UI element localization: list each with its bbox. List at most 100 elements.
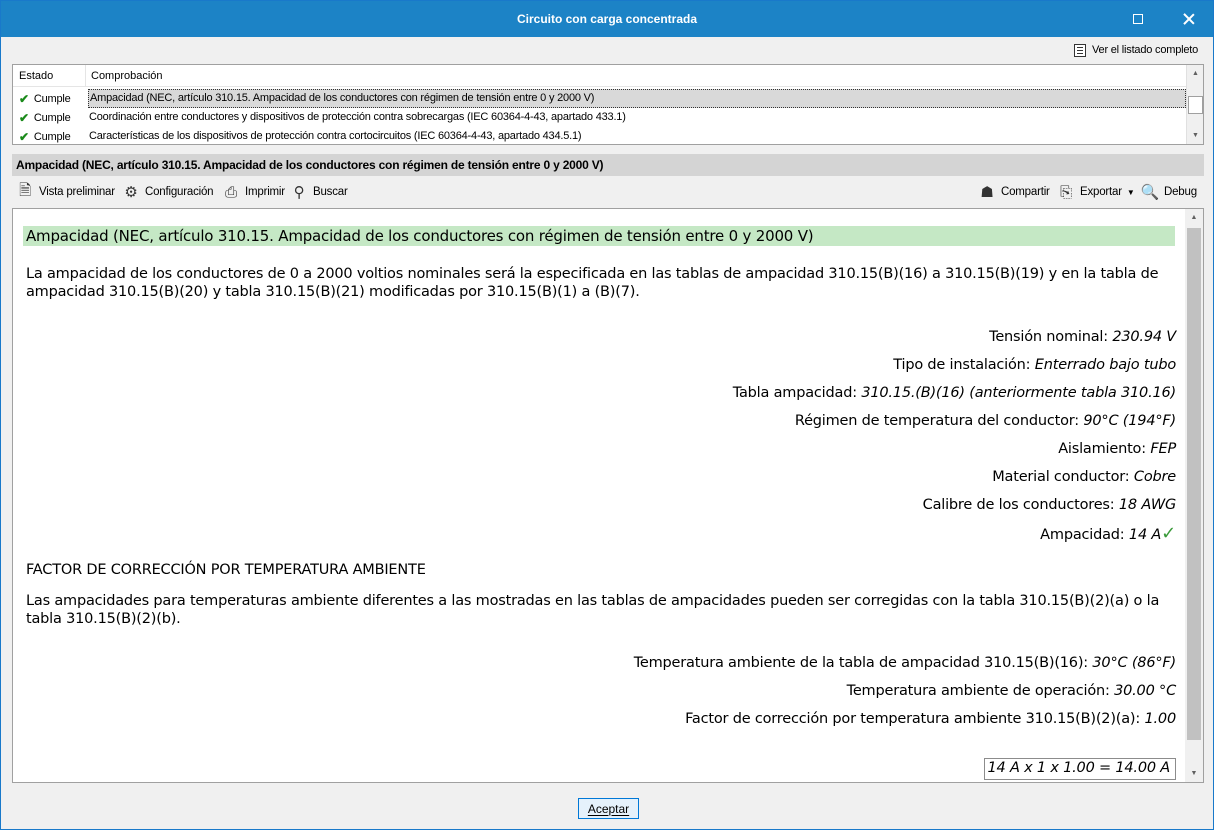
scroll-down-icon[interactable]: ▼ xyxy=(1187,127,1204,144)
dialog-footer: Aceptar xyxy=(1,787,1213,829)
param-value: 1.00 xyxy=(1144,711,1177,727)
preview-icon: 🗎 xyxy=(19,181,31,199)
temp-param-row: Factor de corrección por temperatura amb… xyxy=(685,711,1176,731)
temp-param-row: Temperatura ambiente de la tabla de ampa… xyxy=(634,655,1176,675)
title-bar: Circuito con carga concentrada xyxy=(1,1,1213,37)
list-icon xyxy=(1074,43,1086,57)
scroll-thumb[interactable] xyxy=(1187,228,1201,740)
maximize-button[interactable] xyxy=(1115,1,1161,37)
temp-param-row: Temperatura ambiente de operación: 30.00… xyxy=(846,683,1177,703)
status-cell: ✔ Cumple xyxy=(19,92,71,106)
status-cell: ✔ Cumple xyxy=(19,130,71,144)
window-title: Circuito con carga concentrada xyxy=(516,12,698,26)
param-row: Tabla ampacidad: 310.15.(B)(16) (anterio… xyxy=(733,385,1176,405)
check-row[interactable]: ✔ Cumple Ampacidad (NEC, artículo 310.15… xyxy=(13,89,1186,108)
binoculars-icon: ⚲ xyxy=(293,184,305,201)
param-row: Aislamiento: FEP xyxy=(1058,441,1176,461)
share-button[interactable]: ☗ Compartir xyxy=(978,181,1050,203)
param-label: Ampacidad: xyxy=(1040,527,1125,543)
gear-icon: ⚙ xyxy=(124,184,138,201)
check-icon: ✔ xyxy=(19,130,29,144)
full-listing-label: Ver el listado completo xyxy=(1092,44,1199,56)
checks-list: Estado Comprobación ✔ Cumple Ampacidad (… xyxy=(12,64,1204,145)
check-icon: ✔ xyxy=(19,111,29,125)
report-heading: Ampacidad (NEC, artículo 310.15. Ampacid… xyxy=(23,226,1175,246)
temp-heading: FACTOR DE CORRECCIÓN POR TEMPERATURA AMB… xyxy=(26,562,426,578)
report-scrollbar[interactable]: ▲ ▼ xyxy=(1185,209,1203,782)
close-icon xyxy=(1183,13,1195,25)
search-label: Buscar xyxy=(313,186,348,198)
pass-check-icon: ✓ xyxy=(1161,523,1176,544)
print-button[interactable]: ⎙ Imprimir xyxy=(222,181,285,203)
debug-button[interactable]: 🔍 Debug xyxy=(1141,181,1197,203)
report-toolbar: 🗎 Vista preliminar ⚙ Configuración ⎙ Imp… xyxy=(12,179,1204,205)
param-label: Tipo de instalación: xyxy=(893,357,1031,373)
export-button[interactable]: ⎘ Exportar ▼ xyxy=(1057,181,1135,203)
param-value: 230.94 V xyxy=(1112,329,1176,345)
dialog-window: Circuito con carga concentrada Ver el li… xyxy=(0,0,1214,830)
param-label: Temperatura ambiente de operación: xyxy=(846,683,1110,699)
param-label: Tabla ampacidad: xyxy=(732,385,857,401)
magnifier-icon: 🔍 xyxy=(1140,184,1160,201)
column-header-check[interactable]: Comprobación xyxy=(91,70,163,82)
param-value: 14 A xyxy=(1128,527,1162,543)
share-label: Compartir xyxy=(1001,186,1050,198)
formula-box: 14 A x 1 x 1.00 = 14.00 A xyxy=(983,758,1176,780)
scroll-up-icon[interactable]: ▲ xyxy=(1185,209,1203,226)
share-icon: ☗ xyxy=(980,184,994,201)
close-button[interactable] xyxy=(1166,1,1212,37)
column-header-status[interactable]: Estado xyxy=(19,70,53,82)
scroll-up-icon[interactable]: ▲ xyxy=(1187,65,1204,82)
full-listing-button[interactable]: Ver el listado completo xyxy=(1074,42,1198,58)
printer-icon: ⎙ xyxy=(225,183,237,201)
preview-label: Vista preliminar xyxy=(39,186,115,198)
param-value: 310.15.(B)(16) (anteriormente tabla 310.… xyxy=(861,385,1176,401)
scroll-thumb[interactable] xyxy=(1188,96,1203,114)
debug-label: Debug xyxy=(1164,186,1197,198)
export-label: Exportar xyxy=(1080,186,1122,198)
report-intro: La ampacidad de los conductores de 0 a 2… xyxy=(26,266,1159,300)
checks-scrollbar[interactable]: ▲ ▼ xyxy=(1186,65,1203,144)
param-row: Calibre de los conductores: 18 AWG xyxy=(922,497,1177,517)
status-cell: ✔ Cumple xyxy=(19,111,71,125)
param-value: Cobre xyxy=(1133,469,1176,485)
param-value: 30.00 °C xyxy=(1114,683,1176,699)
check-description: Ampacidad (NEC, artículo 310.15. Ampacid… xyxy=(88,89,1186,108)
param-value: FEP xyxy=(1150,441,1176,457)
section-title: Ampacidad (NEC, artículo 310.15. Ampacid… xyxy=(12,154,1204,176)
column-separator xyxy=(85,65,86,87)
param-value: 30°C (86°F) xyxy=(1092,655,1176,671)
param-label: Tensión nominal: xyxy=(989,329,1108,345)
param-row: Régimen de temperatura del conductor: 90… xyxy=(795,413,1176,433)
param-value: 90°C (194°F) xyxy=(1083,413,1176,429)
maximize-icon xyxy=(1133,14,1143,24)
status-label: Cumple xyxy=(33,93,71,105)
param-row: Tensión nominal: 230.94 V xyxy=(989,329,1176,349)
check-description: Características de los dispositivos de p… xyxy=(89,130,582,142)
search-button[interactable]: ⚲ Buscar xyxy=(290,181,348,203)
param-label: Régimen de temperatura del conductor: xyxy=(794,413,1079,429)
param-label: Calibre de los conductores: xyxy=(922,497,1115,513)
chevron-down-icon: ▼ xyxy=(1126,187,1135,197)
param-row: Tipo de instalación: Enterrado bajo tubo xyxy=(893,357,1176,377)
preview-button[interactable]: 🗎 Vista preliminar xyxy=(16,181,115,203)
param-value: 18 AWG xyxy=(1118,497,1176,513)
report-content: Ampacidad (NEC, artículo 310.15. Ampacid… xyxy=(13,209,1185,782)
temp-text: Las ampacidades para temperaturas ambien… xyxy=(26,593,1160,627)
settings-button[interactable]: ⚙ Configuración xyxy=(122,181,213,203)
param-label: Temperatura ambiente de la tabla de ampa… xyxy=(633,655,1088,671)
accept-button[interactable]: Aceptar xyxy=(578,798,639,819)
check-row[interactable]: ✔ Cumple Características de los disposit… xyxy=(13,127,1186,146)
export-icon: ⎘ xyxy=(1060,183,1072,201)
param-value: Enterrado bajo tubo xyxy=(1034,357,1176,373)
param-row: Material conductor: Cobre xyxy=(992,469,1176,489)
scroll-down-icon[interactable]: ▼ xyxy=(1185,765,1203,782)
check-description: Coordinación entre conductores y disposi… xyxy=(89,111,626,123)
check-row[interactable]: ✔ Cumple Coordinación entre conductores … xyxy=(13,108,1186,127)
print-label: Imprimir xyxy=(245,186,285,198)
settings-label: Configuración xyxy=(145,186,214,198)
param-label: Aislamiento: xyxy=(1058,441,1146,457)
check-icon: ✔ xyxy=(19,92,29,106)
status-label: Cumple xyxy=(33,112,71,124)
report-view: Ampacidad (NEC, artículo 310.15. Ampacid… xyxy=(12,208,1204,783)
